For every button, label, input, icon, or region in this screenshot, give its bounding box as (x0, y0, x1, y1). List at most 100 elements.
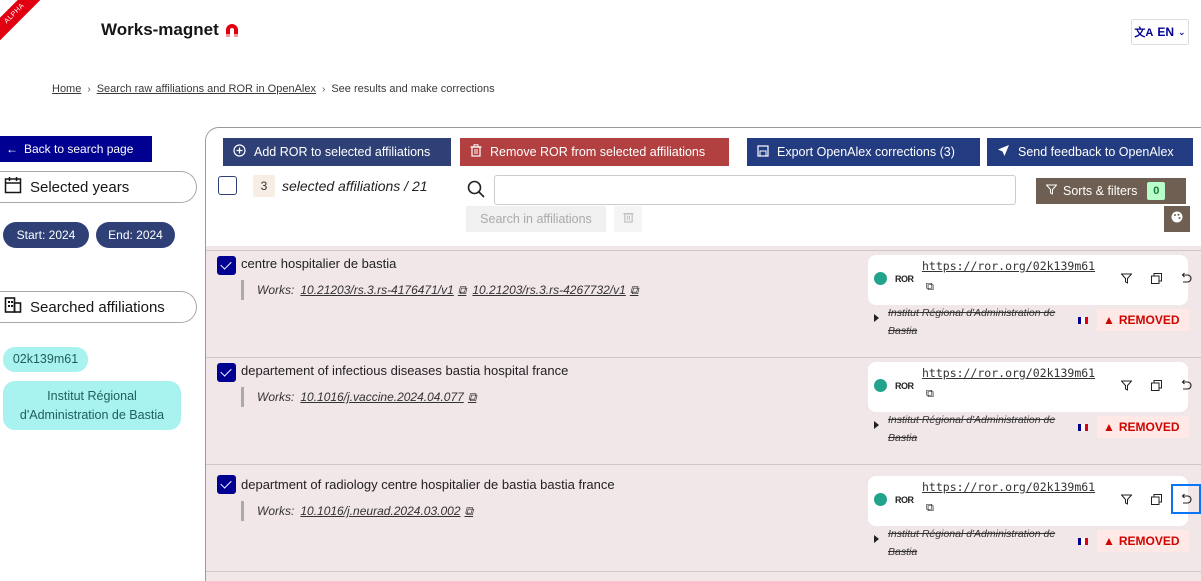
undo-icon[interactable] (1178, 377, 1194, 393)
caret-right-icon (874, 421, 879, 429)
breadcrumb-current: See results and make corrections (331, 83, 495, 95)
external-link-icon[interactable]: ⧉ (926, 388, 934, 401)
removed-status-badge: ▲ REMOVED (1097, 530, 1189, 552)
ror-organization-name[interactable]: Institut Régional d'Administration de Ba… (874, 525, 1064, 561)
work-link[interactable]: 10.21203/rs.3.rs-4267732/v1 ⧉ (472, 283, 638, 298)
status-label: REMOVED (1118, 534, 1180, 548)
select-all-checkbox[interactable] (218, 176, 237, 195)
france-flag-icon (1078, 317, 1088, 324)
works-label: Works: (257, 504, 295, 518)
france-flag-icon (1078, 538, 1088, 545)
undo-icon[interactable] (1171, 484, 1201, 514)
status-label: REMOVED (1118, 420, 1180, 434)
work-link[interactable]: 10.1016/j.neurad.2024.03.002 ⧉ (300, 504, 473, 519)
searched-affiliations-section[interactable]: Searched affiliations (0, 291, 197, 323)
ror-logo: ROR (895, 495, 914, 505)
export-corrections-button[interactable]: Export OpenAlex corrections (3) (747, 138, 980, 166)
filter-icon[interactable] (1118, 270, 1134, 286)
breadcrumb: Home › Search raw affiliations and ROR i… (52, 83, 495, 95)
chevron-right-icon: › (87, 83, 91, 95)
row-checkbox[interactable] (217, 256, 236, 275)
copy-icon[interactable] (1148, 491, 1164, 507)
search-input[interactable] (494, 175, 1016, 205)
app-title[interactable]: Works-magnet (101, 20, 239, 40)
calendar-icon (4, 176, 22, 198)
removed-status-badge: ▲ REMOVED (1097, 309, 1189, 331)
ror-organization-name[interactable]: Institut Régional d'Administration de Ba… (874, 304, 1064, 340)
remove-ror-button[interactable]: Remove ROR from selected affiliations (460, 138, 729, 166)
filter-icon (1045, 184, 1058, 198)
affiliation-row (206, 571, 1201, 581)
breadcrumb-home[interactable]: Home (52, 83, 81, 95)
send-feedback-button[interactable]: Send feedback to OpenAlex (987, 138, 1193, 166)
work-doi: 10.1016/j.vaccine.2024.04.077 (300, 390, 464, 404)
works-label: Works: (257, 390, 295, 404)
language-label: EN (1157, 25, 1175, 39)
plus-circle-icon (233, 144, 246, 160)
filter-icon[interactable] (1118, 491, 1134, 507)
start-year-tag[interactable]: Start: 2024 (3, 222, 89, 248)
ror-status-dot (874, 272, 887, 285)
removed-status-badge: ▲ REMOVED (1097, 416, 1189, 438)
warning-icon: ▲ (1103, 534, 1115, 548)
results-panel: Add ROR to selected affiliations Remove … (205, 127, 1201, 581)
app-title-text: Works-magnet (101, 20, 219, 39)
palette-icon (1171, 210, 1183, 228)
works-list: Works: 10.1016/j.neurad.2024.03.002 ⧉ (241, 501, 473, 521)
language-button[interactable]: 文A EN ⌄ (1131, 19, 1189, 45)
ror-card: ROR https://ror.org/02k139m61 ⧉ (868, 255, 1192, 305)
ror-organization-label: Institut Régional d'Administration de Ba… (888, 528, 1056, 558)
send-icon (997, 144, 1010, 160)
copy-icon[interactable] (1148, 270, 1164, 286)
work-doi: 10.21203/rs.3.rs-4176471/v1 (300, 283, 454, 297)
ror-link[interactable]: https://ror.org/02k139m61 (922, 366, 1095, 380)
row-checkbox[interactable] (217, 363, 236, 382)
filters-count-badge: 0 (1147, 182, 1166, 200)
ror-logo: ROR (895, 274, 914, 284)
clear-search-button[interactable] (614, 206, 642, 232)
trash-icon (622, 210, 634, 228)
affiliation-name: centre hospitalier de bastia (241, 256, 397, 271)
search-in-affiliations-button[interactable]: Search in affiliations (466, 206, 606, 232)
status-label: REMOVED (1118, 313, 1180, 327)
undo-icon[interactable] (1178, 270, 1194, 286)
feedback-label: Send feedback to OpenAlex (1018, 145, 1174, 159)
breadcrumb-search[interactable]: Search raw affiliations and ROR in OpenA… (97, 83, 316, 95)
warning-icon: ▲ (1103, 313, 1115, 327)
filter-icon[interactable] (1118, 377, 1134, 393)
external-link-icon: ⧉ (464, 503, 474, 518)
palette-button[interactable] (1164, 206, 1190, 232)
row-checkbox[interactable] (217, 475, 236, 494)
chevron-right-icon: › (321, 83, 326, 95)
caret-right-icon (874, 535, 879, 543)
work-doi: 10.21203/rs.3.rs-4267732/v1 (472, 283, 626, 297)
external-link-icon[interactable]: ⧉ (926, 281, 934, 294)
translate-icon: 文A (1134, 27, 1154, 39)
ror-card: ROR https://ror.org/02k139m61 ⧉ (868, 476, 1201, 526)
add-ror-button[interactable]: Add ROR to selected affiliations (223, 138, 451, 166)
france-flag-icon (1078, 424, 1088, 431)
add-ror-label: Add ROR to selected affiliations (254, 145, 431, 159)
end-year-tag[interactable]: End: 2024 (96, 222, 175, 248)
external-link-icon[interactable]: ⧉ (926, 502, 934, 515)
affiliation-chip[interactable]: 02k139m61 (3, 347, 88, 372)
selected-years-section[interactable]: Selected years (0, 171, 197, 203)
work-link[interactable]: 10.21203/rs.3.rs-4176471/v1 ⧉ (300, 283, 466, 298)
copy-icon[interactable] (1148, 377, 1164, 393)
alpha-ribbon: ALPHA (0, 0, 46, 45)
export-label: Export OpenAlex corrections (3) (777, 145, 955, 159)
selected-count-badge: 3 (253, 175, 275, 197)
ror-link[interactable]: https://ror.org/02k139m61 (922, 259, 1095, 273)
ror-link[interactable]: https://ror.org/02k139m61 (922, 480, 1095, 494)
back-label: Back to search page (24, 142, 134, 156)
back-to-search-button[interactable]: ← Back to search page (0, 136, 152, 162)
ror-organization-name[interactable]: Institut Régional d'Administration de Ba… (874, 411, 1064, 447)
affiliation-chip[interactable]: Institut Régional d'Administration de Ba… (3, 381, 181, 430)
searched-affiliations-label: Searched affiliations (30, 298, 165, 316)
sorts-filters-button[interactable]: Sorts & filters 0 (1036, 178, 1186, 204)
work-link[interactable]: 10.1016/j.vaccine.2024.04.077 ⧉ (300, 390, 476, 405)
external-link-icon: ⧉ (467, 389, 477, 404)
chevron-down-icon: ⌄ (1178, 26, 1186, 37)
ror-status-dot (874, 493, 887, 506)
external-link-icon: ⧉ (629, 282, 639, 297)
